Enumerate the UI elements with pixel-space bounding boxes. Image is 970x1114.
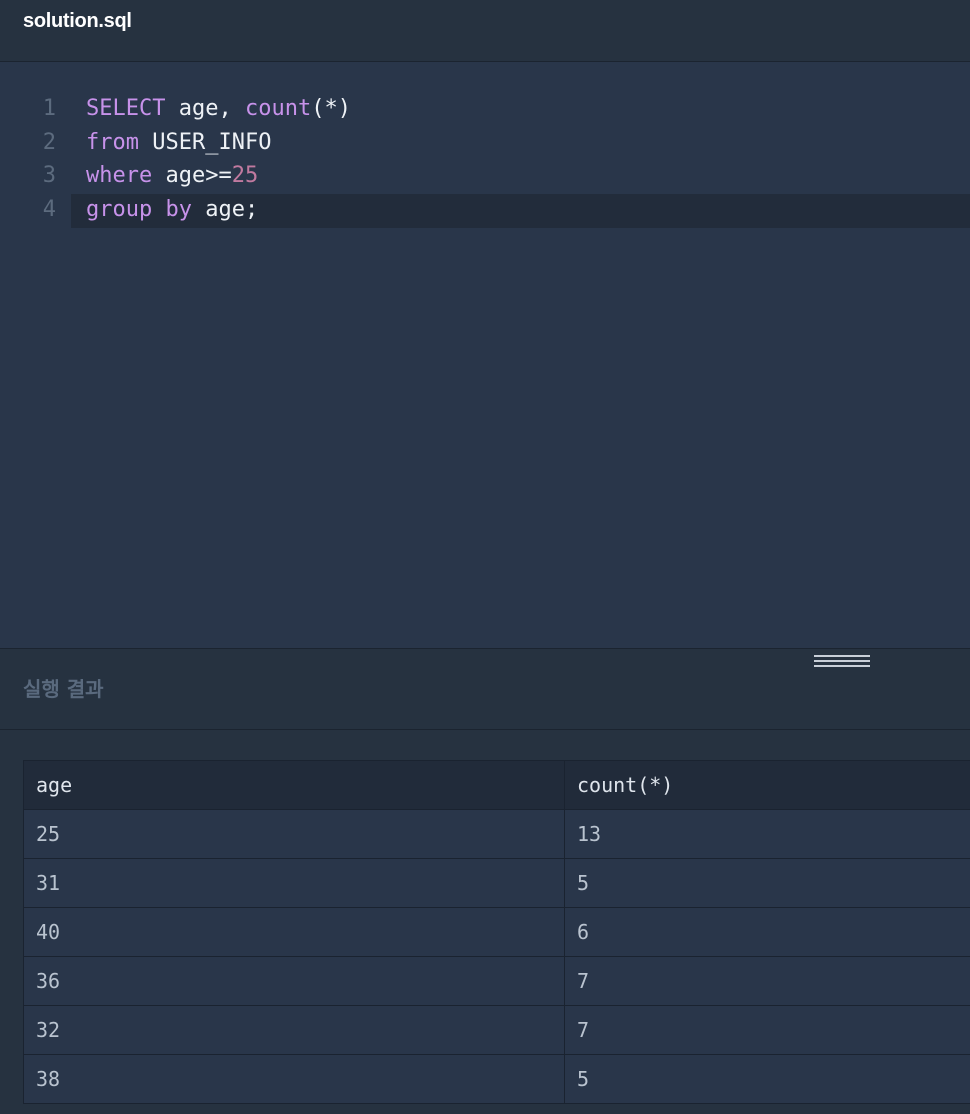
cell-count: 13 [564, 809, 970, 859]
function-token: count [244, 96, 312, 121]
file-header: solution.sql [0, 0, 970, 62]
text-token: USER_INFO [138, 130, 272, 155]
resize-handle-icon[interactable] [814, 655, 870, 669]
line-code: from USER_INFO [86, 126, 271, 160]
line-number: 4 [42, 197, 56, 222]
cell-age: 38 [23, 1054, 565, 1104]
result-title: 실행 결과 [23, 677, 104, 701]
file-name[interactable]: solution.sql [23, 10, 132, 33]
cell-count: 7 [564, 1005, 970, 1055]
cell-age: 25 [23, 809, 565, 859]
cell-count: 5 [564, 858, 970, 908]
cell-count: 7 [564, 956, 970, 1006]
cell-age: 32 [23, 1005, 565, 1055]
result-panel-header: 실행 결과 [0, 648, 970, 730]
cell-count: 5 [564, 1054, 970, 1104]
text-token: (*) [311, 96, 351, 121]
line-code: group by age; [86, 193, 258, 227]
line-number: 3 [42, 163, 56, 188]
table-row: 36 7 [23, 956, 970, 1006]
table-row: 32 7 [23, 1005, 970, 1055]
cell-age: 36 [23, 956, 565, 1006]
cell-age: 31 [23, 858, 565, 908]
code-line-1[interactable]: 1 SELECT age, count(*) [0, 92, 970, 126]
code-line-3[interactable]: 3 where age>=25 [0, 159, 970, 193]
column-header-count: count(*) [564, 760, 970, 810]
keyword-token: from [86, 130, 139, 155]
result-table: age count(*) 25 13 31 5 40 6 36 7 32 7 3… [23, 760, 970, 1104]
code-line-2[interactable]: 2 from USER_INFO [0, 126, 970, 160]
text-token: age; [191, 197, 259, 222]
line-number: 2 [42, 130, 56, 155]
line-code: where age>=25 [86, 159, 258, 193]
table-row: 40 6 [23, 907, 970, 957]
line-number: 1 [42, 96, 56, 121]
text-token: age>= [152, 163, 232, 188]
table-header-row: age count(*) [23, 760, 970, 810]
cell-count: 6 [564, 907, 970, 957]
line-code: SELECT age, count(*) [86, 92, 351, 126]
number-token: 25 [231, 163, 259, 188]
keyword-token: where [86, 163, 153, 188]
code-editor[interactable]: 1 SELECT age, count(*) 2 from USER_INFO … [0, 62, 970, 648]
table-row: 31 5 [23, 858, 970, 908]
result-panel: age count(*) 25 13 31 5 40 6 36 7 32 7 3… [0, 730, 970, 1114]
table-row: 25 13 [23, 809, 970, 859]
column-header-age: age [23, 760, 565, 810]
keyword-token: group by [86, 197, 192, 222]
code-line-4[interactable]: 4 group by age; [0, 193, 970, 227]
table-row: 38 5 [23, 1054, 970, 1104]
cell-age: 40 [23, 907, 565, 957]
keyword-token: SELECT [86, 96, 166, 121]
text-token: age, [165, 96, 245, 121]
